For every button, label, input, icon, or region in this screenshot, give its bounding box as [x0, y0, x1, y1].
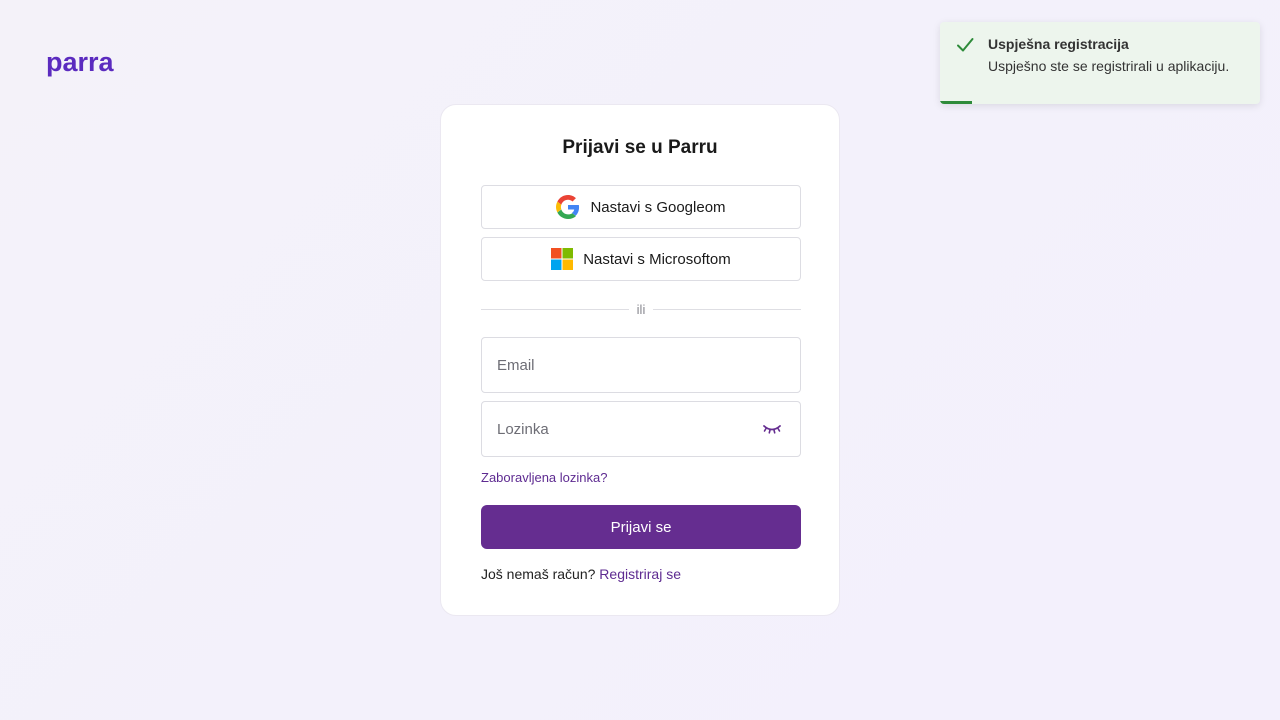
toast-title: Uspješna registracija: [988, 36, 1129, 52]
password-input[interactable]: [482, 402, 800, 456]
google-icon: [556, 195, 580, 219]
email-field-wrapper: [481, 337, 801, 393]
or-divider: ili: [481, 301, 802, 317]
google-login-label: Nastavi s Googleom: [590, 198, 726, 216]
login-card: Prijavi se u Parru Nastavi s Googleom Na…: [440, 104, 840, 616]
google-login-button[interactable]: Nastavi s Googleom: [481, 185, 801, 229]
toast-message: Uspješno ste se registrirali u aplikacij…: [988, 58, 1230, 74]
microsoft-login-label: Nastavi s Microsoftom: [583, 250, 731, 268]
email-input[interactable]: [482, 338, 800, 392]
divider-line-right: [653, 308, 802, 310]
signup-prompt: Još nemaš račun? Registriraj se: [481, 566, 681, 582]
no-account-text: Još nemaš račun?: [481, 566, 596, 582]
logo-text: parra: [46, 48, 115, 77]
microsoft-icon: [551, 248, 574, 270]
password-field-wrapper: [481, 401, 801, 457]
register-link[interactable]: Registriraj se: [599, 566, 681, 582]
login-title: Prijavi se u Parru: [562, 137, 718, 158]
divider-text: ili: [636, 301, 646, 317]
login-submit-button[interactable]: Prijavi se: [481, 505, 801, 549]
logo[interactable]: parra: [46, 47, 122, 80]
forgot-password-link[interactable]: Zaboravljena lozinka?: [481, 470, 607, 485]
microsoft-login-button[interactable]: Nastavi s Microsoftom: [481, 237, 801, 281]
parra-logo-mark: parra: [46, 47, 115, 77]
toast-progress-bar: [940, 101, 972, 104]
divider-line-left: [481, 308, 629, 310]
eye-closed-icon[interactable]: [762, 421, 782, 437]
success-toast[interactable]: Uspješna registracija Uspješno ste se re…: [940, 22, 1260, 104]
check-icon: [956, 36, 974, 54]
